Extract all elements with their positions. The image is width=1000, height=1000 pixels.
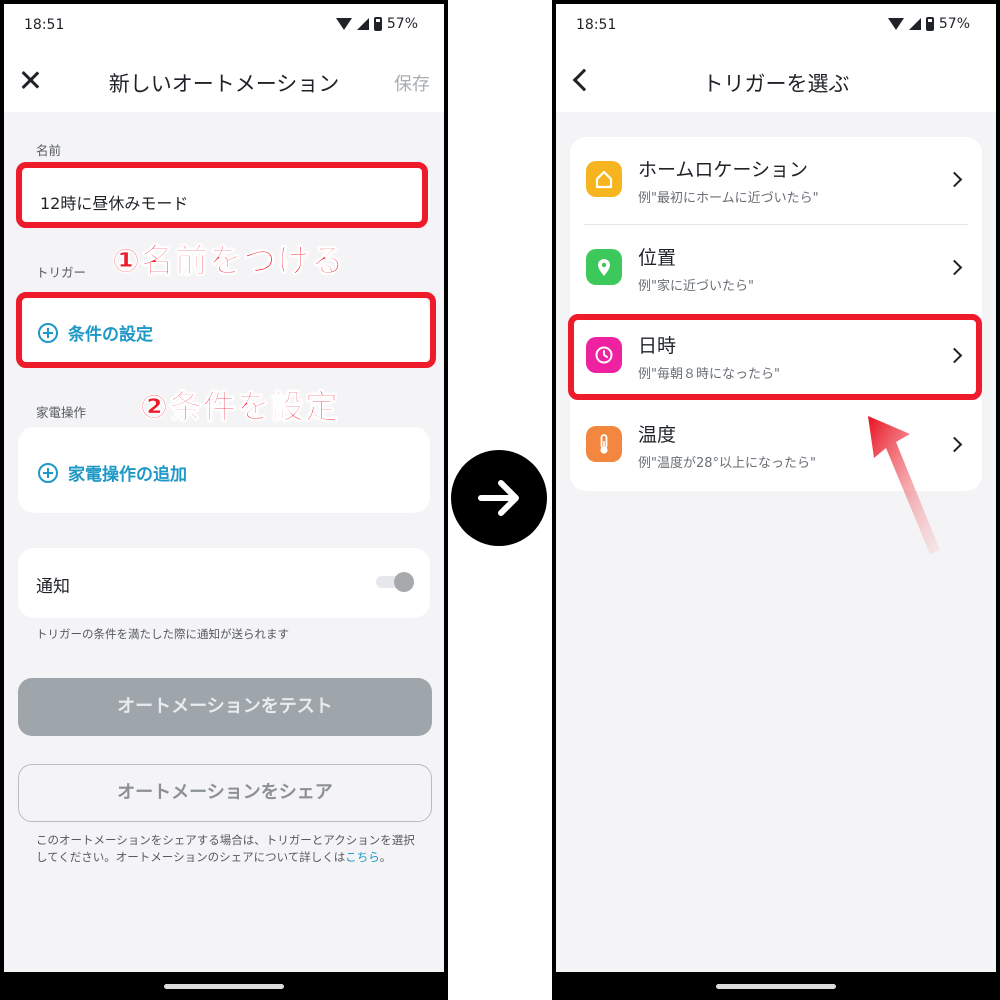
battery-icon	[373, 17, 382, 31]
highlight-datetime-trigger	[568, 314, 982, 400]
appliance-card[interactable]: 家電操作の追加	[18, 427, 430, 513]
highlight-name-field	[16, 162, 428, 228]
share-automation-button[interactable]: オートメーションをシェア	[18, 764, 432, 822]
page-title: トリガーを選ぶ	[702, 72, 850, 96]
pointer-arrow-icon	[868, 416, 940, 554]
home-indicator[interactable]	[716, 984, 836, 989]
arrow-right-icon	[478, 480, 519, 516]
trigger-example: 例"最初にホームに近づいたら"	[638, 191, 819, 206]
signal-icon	[356, 18, 369, 30]
name-label: 名前	[36, 143, 62, 158]
next-arrow	[451, 450, 547, 546]
trigger-title: 温度	[638, 424, 677, 446]
battery-icon	[925, 17, 934, 31]
trigger-title: 位置	[638, 247, 677, 269]
trigger-item-location[interactable]: 位置 例"家に近づいたら"	[570, 225, 982, 313]
wifi-icon	[335, 18, 352, 30]
status-time: 18:51	[24, 17, 65, 33]
plus-circle-icon	[38, 462, 58, 483]
trigger-title: ホームロケーション	[638, 159, 809, 181]
appliance-label: 家電操作	[36, 405, 87, 420]
status-bar: 18:51 57%	[4, 4, 444, 48]
left-phone: 18:51 57% 新しいオートメーション 保存 名前 12時に昼休みモード ト…	[0, 0, 448, 1000]
status-bar: 18:51 57%	[556, 4, 996, 48]
automation-editor-screen: 18:51 57% 新しいオートメーション 保存 名前 12時に昼休みモード ト…	[4, 4, 444, 972]
notification-label: 通知	[36, 577, 70, 597]
home-icon	[586, 161, 622, 197]
annotation-step1: ①名前をつける	[112, 241, 345, 281]
battery-percent: 57%	[386, 16, 418, 32]
notification-card: 通知	[18, 548, 430, 618]
chevron-right-icon	[946, 171, 963, 188]
trigger-example: 例"温度が28°以上になったら"	[638, 456, 817, 471]
trigger-item-home-location[interactable]: ホームロケーション 例"最初にホームに近づいたら"	[570, 137, 982, 225]
test-automation-button[interactable]: オートメーションをテスト	[18, 678, 432, 736]
details-link[interactable]: こちら	[345, 850, 380, 864]
add-appliance-label: 家電操作の追加	[68, 465, 187, 485]
trigger-example: 例"家に近づいたら"	[638, 279, 754, 294]
battery-percent: 57%	[938, 16, 970, 32]
page-title: 新しいオートメーション	[108, 72, 340, 96]
notification-toggle[interactable]	[376, 572, 414, 592]
notification-hint: トリガーの条件を満たした際に通知が送られます	[36, 627, 289, 641]
highlight-trigger-field	[16, 292, 436, 368]
add-appliance-button[interactable]: 家電操作の追加	[38, 460, 187, 485]
thermometer-icon	[586, 426, 622, 462]
share-note: このオートメーションをシェアする場合は、トリガーとアクションを選択してください。…	[36, 833, 415, 864]
app-bar: 新しいオートメーション 保存	[4, 48, 444, 112]
home-indicator[interactable]	[164, 984, 284, 989]
wifi-icon	[887, 18, 904, 30]
location-pin-icon	[586, 249, 622, 285]
app-bar: トリガーを選ぶ	[556, 48, 996, 112]
status-time: 18:51	[576, 17, 617, 33]
annotation-step2: ②条件を設定	[140, 387, 339, 427]
signal-icon	[908, 18, 921, 30]
save-button[interactable]: 保存	[394, 70, 430, 96]
chevron-right-icon	[946, 259, 963, 276]
trigger-label: トリガー	[36, 265, 87, 280]
